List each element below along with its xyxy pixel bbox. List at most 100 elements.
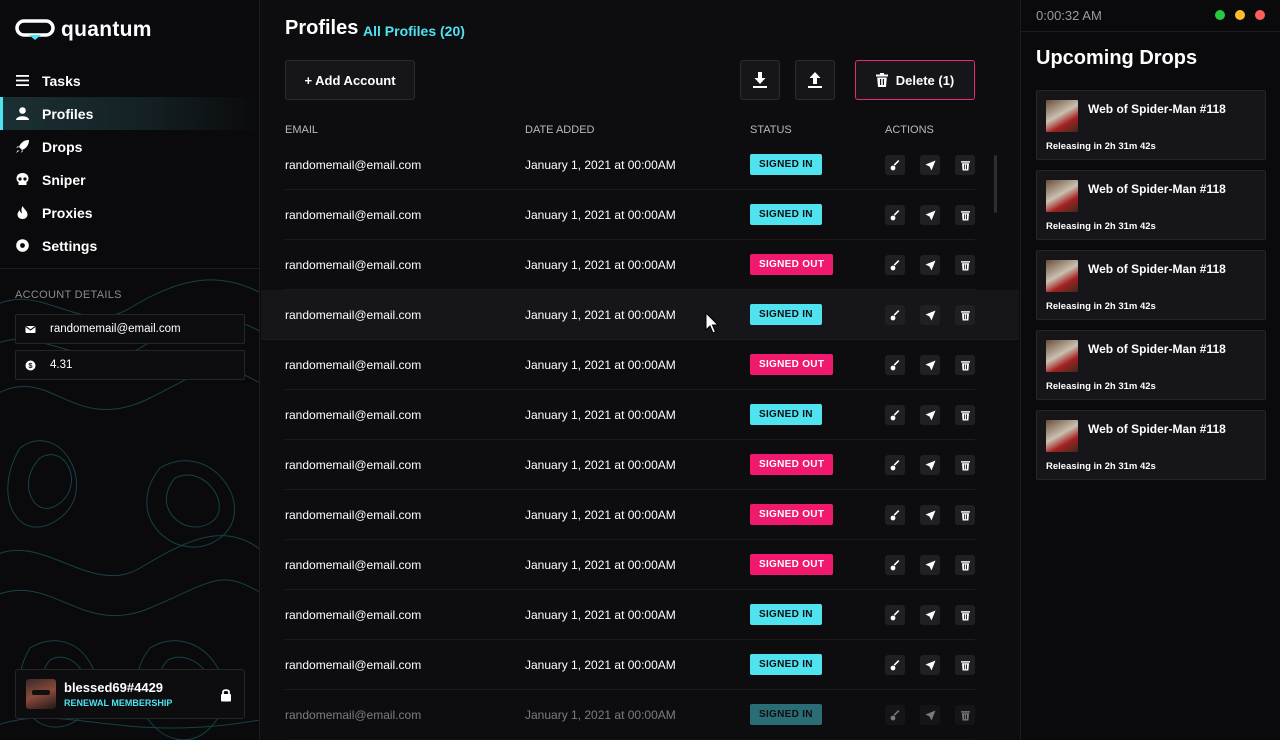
delete-row-button[interactable] <box>955 455 975 475</box>
key-icon <box>890 509 899 520</box>
send-action-button[interactable] <box>920 505 940 525</box>
send-action-button[interactable] <box>920 305 940 325</box>
row-date-added: January 1, 2021 at 00:00AM <box>525 408 676 422</box>
sidebar-item-sniper[interactable]: Sniper <box>0 163 259 196</box>
send-action-button[interactable] <box>920 455 940 475</box>
sidebar-item-label: Profiles <box>42 105 94 122</box>
login-action-button[interactable] <box>885 405 905 425</box>
sidebar-item-drops[interactable]: Drops <box>0 130 259 163</box>
delete-row-button[interactable] <box>955 155 975 175</box>
trash-icon <box>960 210 970 220</box>
send-action-button[interactable] <box>920 355 940 375</box>
table-scrollbar[interactable] <box>994 155 997 213</box>
clock: 0:00:32 AM <box>1036 8 1102 23</box>
table-row[interactable]: randomemail@email.com January 1, 2021 at … <box>285 440 975 490</box>
window-minimize-button[interactable] <box>1235 10 1245 20</box>
app-logo[interactable]: quantum <box>15 18 152 42</box>
user-card[interactable]: blessed69#4429 RENEWAL MEMBERSHIP <box>15 669 245 719</box>
drop-release-time: Releasing in 2h 31m 42s <box>1046 461 1156 472</box>
column-header-status[interactable]: STATUS <box>750 124 792 136</box>
sidebar-item-proxies[interactable]: Proxies <box>0 196 259 229</box>
delete-row-button[interactable] <box>955 605 975 625</box>
table-row[interactable]: randomemail@email.com January 1, 2021 at … <box>285 640 975 690</box>
send-action-button[interactable] <box>920 255 940 275</box>
window-maximize-button[interactable] <box>1215 10 1225 20</box>
profiles-count[interactable]: All Profiles (20) <box>363 23 465 39</box>
drop-name: Web of Spider-Man #118 <box>1088 102 1226 116</box>
quantum-logo-icon <box>15 19 55 40</box>
delete-button[interactable]: Delete (1) <box>855 60 975 100</box>
drop-name: Web of Spider-Man #118 <box>1088 342 1226 356</box>
sidebar-item-settings[interactable]: Settings <box>0 229 259 262</box>
column-header-date-added[interactable]: DATE ADDED <box>525 124 594 136</box>
status-badge: SIGNED OUT <box>750 354 834 375</box>
delete-row-button[interactable] <box>955 505 975 525</box>
send-action-button[interactable] <box>920 205 940 225</box>
table-row[interactable]: randomemail@email.com January 1, 2021 at … <box>285 340 975 390</box>
drop-thumbnail <box>1046 180 1078 212</box>
send-action-button[interactable] <box>920 405 940 425</box>
row-date-added: January 1, 2021 at 00:00AM <box>525 658 676 672</box>
sidebar-nav: Tasks Profiles Drops Sniper Proxies Sett… <box>0 64 259 262</box>
login-action-button[interactable] <box>885 305 905 325</box>
login-action-button[interactable] <box>885 705 905 725</box>
table-row[interactable]: randomemail@email.com January 1, 2021 at … <box>285 190 975 240</box>
sidebar-item-tasks[interactable]: Tasks <box>0 64 259 97</box>
table-row[interactable]: randomemail@email.com January 1, 2021 at … <box>285 690 975 740</box>
column-header-email[interactable]: EMAIL <box>285 124 318 136</box>
delete-row-button[interactable] <box>955 405 975 425</box>
send-action-button[interactable] <box>920 155 940 175</box>
key-icon <box>890 609 899 620</box>
drop-card[interactable]: Web of Spider-Man #118 Releasing in 2h 31… <box>1036 250 1266 320</box>
table-header: EMAIL DATE ADDED STATUS ACTIONS <box>285 124 985 138</box>
add-account-button[interactable]: + Add Account <box>285 60 415 100</box>
login-action-button[interactable] <box>885 155 905 175</box>
table-row[interactable]: randomemail@email.com January 1, 2021 at … <box>261 290 1019 340</box>
status-badge: SIGNED OUT <box>750 554 834 575</box>
send-action-button[interactable] <box>920 655 940 675</box>
table-row[interactable]: randomemail@email.com January 1, 2021 at … <box>285 390 975 440</box>
lock-icon[interactable] <box>220 688 232 702</box>
login-action-button[interactable] <box>885 505 905 525</box>
drop-card[interactable]: Web of Spider-Man #118 Releasing in 2h 31… <box>1036 170 1266 240</box>
drop-card[interactable]: Web of Spider-Man #118 Releasing in 2h 31… <box>1036 410 1266 480</box>
login-action-button[interactable] <box>885 555 905 575</box>
delete-row-button[interactable] <box>955 205 975 225</box>
user-icon <box>16 107 29 120</box>
key-icon <box>890 159 899 170</box>
table-row[interactable]: randomemail@email.com January 1, 2021 at … <box>285 540 975 590</box>
table-row[interactable]: randomemail@email.com January 1, 2021 at … <box>285 240 975 290</box>
delete-row-button[interactable] <box>955 305 975 325</box>
delete-row-button[interactable] <box>955 255 975 275</box>
login-action-button[interactable] <box>885 355 905 375</box>
drop-card[interactable]: Web of Spider-Man #118 Releasing in 2h 31… <box>1036 330 1266 400</box>
table-row[interactable]: randomemail@email.com January 1, 2021 at … <box>285 140 975 190</box>
delete-row-button[interactable] <box>955 705 975 725</box>
account-balance-field: $ 4.31 <box>15 350 245 380</box>
sidebar-item-profiles[interactable]: Profiles <box>0 97 259 130</box>
send-action-button[interactable] <box>920 605 940 625</box>
drop-card[interactable]: Web of Spider-Man #118 Releasing in 2h 31… <box>1036 90 1266 160</box>
column-header-actions: ACTIONS <box>885 124 934 136</box>
login-action-button[interactable] <box>885 655 905 675</box>
key-icon <box>890 659 899 670</box>
user-name: blessed69#4429 <box>64 680 164 695</box>
send-action-button[interactable] <box>920 555 940 575</box>
login-action-button[interactable] <box>885 205 905 225</box>
login-action-button[interactable] <box>885 605 905 625</box>
drop-release-time: Releasing in 2h 31m 42s <box>1046 141 1156 152</box>
delete-row-button[interactable] <box>955 355 975 375</box>
delete-row-button[interactable] <box>955 555 975 575</box>
upload-button[interactable] <box>795 60 835 100</box>
table-row[interactable]: randomemail@email.com January 1, 2021 at … <box>285 590 975 640</box>
login-action-button[interactable] <box>885 255 905 275</box>
send-action-button[interactable] <box>920 705 940 725</box>
upload-icon <box>808 72 822 88</box>
delete-row-button[interactable] <box>955 655 975 675</box>
login-action-button[interactable] <box>885 455 905 475</box>
drop-release-time: Releasing in 2h 31m 42s <box>1046 221 1156 232</box>
list-icon <box>16 75 29 86</box>
window-close-button[interactable] <box>1255 10 1265 20</box>
table-row[interactable]: randomemail@email.com January 1, 2021 at … <box>285 490 975 540</box>
download-button[interactable] <box>740 60 780 100</box>
